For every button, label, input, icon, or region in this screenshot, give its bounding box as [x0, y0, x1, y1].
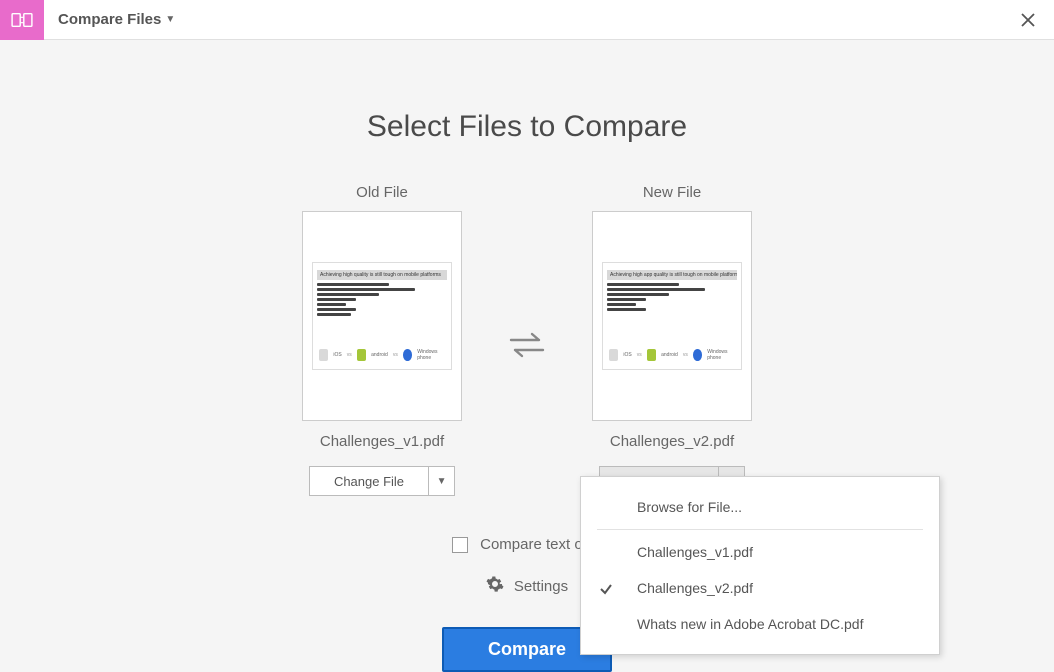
compare-text-only-checkbox[interactable] [452, 537, 468, 553]
check-icon [599, 582, 613, 599]
new-file-thumbnail[interactable]: Achieving high app quality is still toug… [592, 211, 752, 421]
close-icon [1020, 12, 1036, 28]
gear-icon [486, 575, 504, 597]
dropdown-file-label: Whats new in Adobe Acrobat DC.pdf [637, 616, 863, 632]
thumbnail-preview: Achieving high quality is still tough on… [312, 262, 452, 370]
old-file-column: Old File Achieving high quality is still… [282, 184, 482, 496]
new-file-label: New File [643, 184, 701, 201]
topbar: Compare Files ▼ [0, 0, 1054, 40]
dropdown-file-label: Challenges_v2.pdf [637, 580, 753, 596]
settings-button[interactable]: Settings [486, 575, 568, 597]
dropdown-file-item[interactable]: Whats new in Adobe Acrobat DC.pdf [581, 606, 939, 642]
dropdown-file-item[interactable]: Challenges_v2.pdf [581, 570, 939, 606]
dropdown-file-label: Challenges_v1.pdf [637, 544, 753, 560]
caret-down-icon: ▼ [165, 14, 175, 25]
thumbnail-preview: Achieving high app quality is still toug… [602, 262, 742, 370]
dropdown-browse-item[interactable]: Browse for File... [581, 489, 939, 525]
dropdown-separator [597, 529, 923, 530]
old-file-change-group: Change File ▼ [309, 466, 455, 496]
swap-files-icon[interactable] [502, 328, 552, 362]
dropdown-browse-label: Browse for File... [637, 499, 742, 515]
old-file-change-dropdown-button[interactable]: ▼ [429, 466, 455, 496]
new-file-column: New File Achieving high app quality is s… [572, 184, 772, 496]
close-button[interactable] [1016, 8, 1040, 32]
old-file-thumbnail[interactable]: Achieving high quality is still tough on… [302, 211, 462, 421]
dropdown-file-item[interactable]: Challenges_v1.pdf [581, 534, 939, 570]
toolbar-title: Compare Files [58, 11, 161, 28]
caret-down-icon: ▼ [437, 476, 447, 487]
new-file-filename: Challenges_v2.pdf [610, 433, 734, 450]
old-file-filename: Challenges_v1.pdf [320, 433, 444, 450]
files-row: Old File Achieving high quality is still… [282, 184, 772, 496]
old-file-label: Old File [356, 184, 408, 201]
change-file-dropdown: Browse for File... Challenges_v1.pdf Cha… [580, 476, 940, 655]
compare-files-app-icon [0, 0, 44, 40]
settings-label: Settings [514, 578, 568, 595]
compare-files-title-dropdown[interactable]: Compare Files ▼ [58, 11, 175, 28]
old-file-change-button[interactable]: Change File [309, 466, 429, 496]
page-heading: Select Files to Compare [367, 110, 687, 144]
